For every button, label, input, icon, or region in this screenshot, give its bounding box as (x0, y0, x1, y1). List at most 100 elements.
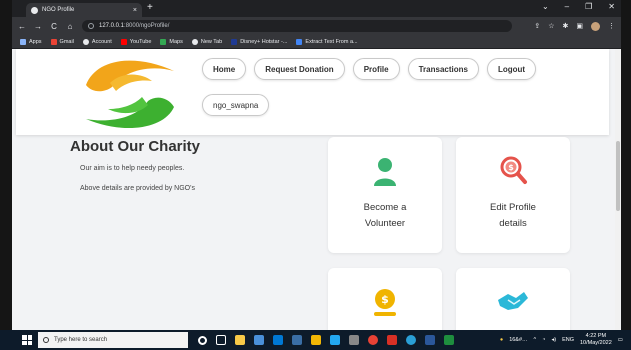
bookmark-extract-text[interactable]: Extract Text From a... (296, 38, 358, 45)
word-icon[interactable] (425, 335, 435, 345)
terminal-icon[interactable] (444, 335, 454, 345)
window-controls: ⌄ – ❐ ✕ (542, 2, 615, 11)
cortana-icon[interactable] (198, 335, 207, 345)
extensions-icon[interactable]: ✱ (563, 22, 569, 30)
clock[interactable]: 4:22 PM 10/May/2022 (580, 333, 612, 347)
tray-arrow-icon[interactable]: ^ (534, 337, 537, 343)
bookmark-account[interactable]: Account (82, 38, 112, 45)
minimize-button[interactable]: – (565, 2, 569, 11)
youtube-icon (120, 38, 127, 45)
profile-avatar[interactable] (591, 21, 600, 31)
taskbar-search-placeholder: Type here to search (54, 337, 108, 343)
bookmark-new-tab[interactable]: New Tab (191, 38, 222, 45)
about-description: Our aim is to help needy peoples. (80, 165, 185, 172)
globe-icon (191, 38, 198, 45)
volunteer-label-line2: Volunteer (364, 218, 406, 229)
partnership-card[interactable] (456, 268, 570, 330)
chrome-icon[interactable] (368, 335, 378, 345)
windows-start-icon[interactable] (22, 335, 32, 345)
edit-profile-label-line2: details (499, 218, 527, 229)
reload-button[interactable]: C (50, 22, 58, 31)
weather-text: 16&#… (509, 337, 528, 343)
vscode-icon[interactable] (330, 335, 340, 345)
notification-icon[interactable]: ▭ (618, 337, 623, 343)
tab-search-icon[interactable]: ⌄ (542, 2, 549, 11)
svg-text:$: $ (508, 163, 514, 172)
browser-tab-bar: NGO Profile × + ⌄ – ❐ ✕ (12, 0, 621, 17)
search-icon (43, 337, 49, 343)
toolbar-icons: ⇪ ☆ ✱ ▣ ⋮ (534, 21, 615, 31)
taskbar-apps (198, 335, 454, 345)
nav-profile[interactable]: Profile (352, 58, 400, 80)
nav-request-donation[interactable]: Request Donation (254, 58, 345, 80)
mail-icon[interactable] (273, 335, 283, 345)
page-scrollbar[interactable] (615, 49, 621, 330)
dropbox-icon[interactable] (311, 335, 321, 345)
tab-ngo-profile[interactable]: NGO Profile × (26, 3, 142, 17)
main-nav: Home Request Donation Profile Transactio… (202, 58, 537, 80)
weather-icon[interactable]: ● (500, 337, 503, 343)
become-volunteer-card[interactable]: Become a Volunteer (328, 137, 442, 253)
app-icon[interactable] (349, 335, 359, 345)
maximize-button[interactable]: ❐ (585, 2, 592, 11)
nav-transactions[interactable]: Transactions (407, 58, 479, 80)
donate-card[interactable]: $ (328, 268, 442, 330)
camera-icon[interactable] (292, 335, 302, 345)
taskbar-search[interactable]: Type here to search (38, 332, 188, 348)
username-badge[interactable]: ngo_swapna (202, 94, 270, 116)
windows-taskbar: Type here to search ● 16&#… ^ ◔ ◂) ENG 4… (0, 330, 631, 350)
dollar-search-icon: $ (500, 156, 527, 184)
bookmark-gmail[interactable]: Gmail (50, 38, 74, 45)
edge-icon[interactable] (406, 335, 416, 345)
account-icon (82, 38, 89, 45)
bookmark-hotstar[interactable]: Disney+ Hotstar -... (231, 38, 287, 45)
clock-date: 10/May/2022 (579, 340, 612, 346)
tab-close-icon[interactable]: × (133, 7, 137, 14)
task-view-icon[interactable] (216, 335, 226, 345)
video-icon[interactable] (387, 335, 397, 345)
sidebar-icon[interactable]: ▣ (576, 22, 583, 30)
close-window-button[interactable]: ✕ (608, 2, 615, 11)
bookmark-maps[interactable]: Maps (160, 38, 183, 45)
bookmarks-bar: Apps Gmail Account YouTube Maps New Tab … (12, 35, 621, 49)
bookmark-star-icon[interactable]: ☆ (548, 22, 554, 30)
forward-button[interactable]: → (34, 22, 42, 31)
home-button[interactable]: ⌂ (66, 22, 74, 31)
hotstar-icon (231, 38, 238, 45)
new-tab-button[interactable]: + (147, 2, 153, 13)
wifi-icon[interactable]: ◔ (542, 337, 545, 343)
clock-time: 4:22 PM (585, 333, 607, 339)
handshake-icon (498, 292, 528, 310)
tab-favicon-icon (31, 6, 38, 14)
menu-icon[interactable]: ⋮ (608, 22, 615, 30)
person-icon (374, 158, 396, 186)
apps-grid-icon (20, 38, 26, 45)
nav-home[interactable]: Home (202, 58, 247, 80)
volume-icon[interactable]: ◂) (551, 337, 556, 343)
address-bar[interactable]: 127.0.0.1:8000/ngoProfile/ (82, 20, 512, 32)
edit-profile-label-line1: Edit Profile (490, 202, 536, 213)
site-info-icon[interactable] (88, 23, 94, 29)
system-tray: ● 16&#… ^ ◔ ◂) ENG 4:22 PM 10/May/2022 ▭ (500, 333, 631, 347)
browser-toolbar: ← → C ⌂ 127.0.0.1:8000/ngoProfile/ ⇪ ☆ ✱… (12, 17, 621, 35)
share-icon[interactable]: ⇪ (534, 22, 540, 30)
coin-hand-icon: $ (374, 289, 396, 316)
maps-icon (160, 38, 167, 45)
extract-text-icon (296, 38, 303, 45)
edit-profile-card[interactable]: $ Edit Profile details (456, 137, 570, 253)
page-viewport: Home Request Donation Profile Transactio… (12, 49, 621, 330)
store-icon[interactable] (254, 335, 264, 345)
site-header: Home Request Donation Profile Transactio… (16, 49, 609, 135)
svg-text:$: $ (381, 293, 389, 306)
tab-title: NGO Profile (42, 7, 75, 13)
bookmark-apps[interactable]: Apps (20, 38, 42, 45)
volunteer-label-line1: Become a (363, 202, 407, 213)
nav-logout[interactable]: Logout (486, 58, 537, 80)
back-button[interactable]: ← (18, 22, 26, 31)
about-title: About Our Charity (70, 138, 200, 155)
ngo-logo (86, 60, 174, 129)
scrollbar-thumb[interactable] (616, 141, 620, 211)
file-explorer-icon[interactable] (235, 335, 245, 345)
language-indicator[interactable]: ENG (562, 337, 574, 343)
bookmark-youtube[interactable]: YouTube (120, 38, 151, 45)
